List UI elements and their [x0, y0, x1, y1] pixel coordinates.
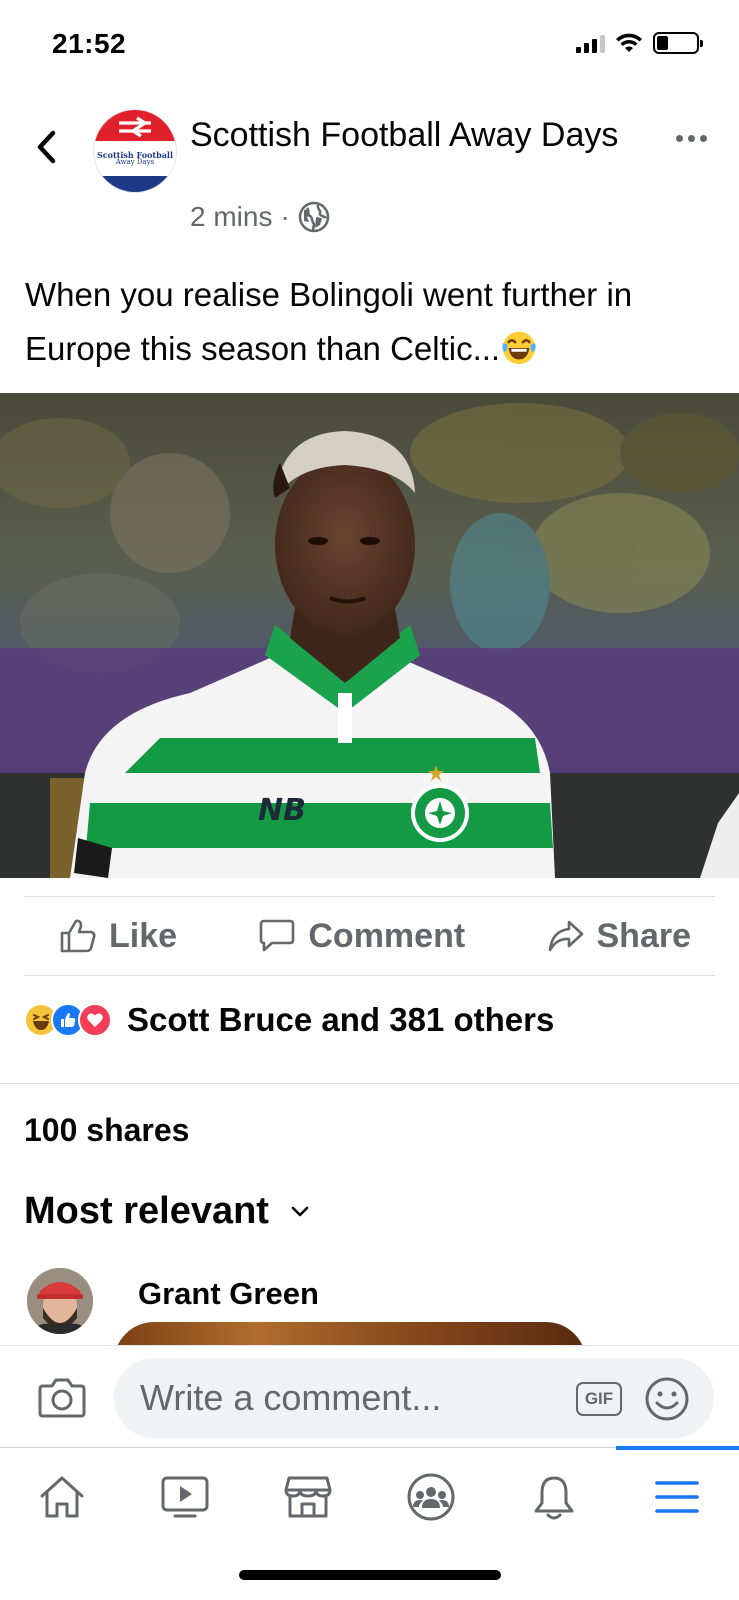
- status-icons: [576, 32, 703, 54]
- post-header: Scottish Football Away Days Scottish Foo…: [0, 105, 739, 245]
- comment-button[interactable]: Comment: [258, 917, 465, 956]
- home-indicator[interactable]: [238, 1570, 501, 1580]
- meta-separator: ·: [280, 201, 290, 232]
- bottom-nav: [0, 1446, 739, 1545]
- post-text-content: When you realise Bolingoli went further …: [25, 276, 633, 367]
- watch-icon: [161, 1476, 209, 1517]
- like-button[interactable]: Like: [59, 917, 177, 956]
- bell-icon: [534, 1476, 574, 1519]
- nav-tab-marketplace[interactable]: [246, 1448, 369, 1545]
- status-bar: 21:52: [0, 0, 739, 95]
- comment-label: Comment: [308, 916, 466, 955]
- post-photo: NB: [0, 393, 739, 878]
- nav-tab-menu[interactable]: [615, 1446, 739, 1545]
- commenter-avatar[interactable]: [27, 1268, 93, 1334]
- nav-tab-watch[interactable]: [123, 1448, 246, 1545]
- nav-tab-home[interactable]: [0, 1448, 123, 1545]
- battery-icon: [653, 32, 703, 54]
- svg-text:NB: NB: [258, 793, 306, 828]
- smiley-icon: [645, 1377, 689, 1421]
- page-avatar[interactable]: Scottish Football Away Days: [94, 110, 176, 192]
- wifi-icon: [616, 33, 642, 52]
- share-arrow-icon: [548, 920, 583, 952]
- post-meta: 2 mins ·: [190, 201, 330, 233]
- nav-tab-notifications[interactable]: [493, 1448, 616, 1545]
- groups-icon: [407, 1473, 455, 1520]
- comment-bubble-icon: [260, 919, 295, 952]
- more-options-button[interactable]: [676, 135, 707, 142]
- comment-composer: GIF: [0, 1345, 739, 1447]
- gif-button[interactable]: GIF: [576, 1382, 622, 1416]
- share-label: Share: [596, 916, 692, 955]
- shares-count[interactable]: 100 shares: [24, 1112, 189, 1149]
- cellular-signal-icon: [576, 33, 605, 53]
- thumbs-up-icon: [60, 919, 96, 953]
- page-logo-text: Scottish Football Away Days: [97, 149, 173, 166]
- chevron-down-icon: [291, 1206, 309, 1216]
- like-label: Like: [109, 916, 178, 955]
- commenter-name[interactable]: Grant Green: [138, 1276, 319, 1312]
- menu-icon: [655, 1480, 700, 1513]
- camera-icon: [38, 1378, 86, 1418]
- camera-button[interactable]: [38, 1376, 86, 1423]
- comment-sort-dropdown[interactable]: Most relevant: [24, 1190, 309, 1233]
- globe-icon: [298, 201, 330, 233]
- divider: [0, 1083, 739, 1084]
- status-time: 21:52: [52, 28, 127, 59]
- nav-tab-groups[interactable]: [370, 1448, 493, 1545]
- comment-sort-label: Most relevant: [24, 1190, 269, 1232]
- emoji-button[interactable]: [644, 1376, 690, 1427]
- tears-of-joy-emoji-icon: [502, 331, 536, 365]
- love-icon: [78, 1003, 112, 1037]
- national-rail-icon: [119, 116, 151, 138]
- post-action-bar: Like Comment Share: [24, 896, 715, 976]
- marketplace-icon: [284, 1476, 332, 1517]
- share-button[interactable]: Share: [547, 916, 692, 956]
- page-name[interactable]: Scottish Football Away Days: [190, 113, 630, 157]
- comment-input[interactable]: [114, 1358, 714, 1438]
- reactions-summary[interactable]: Scott Bruce and 381 others: [24, 998, 554, 1042]
- post-text: When you realise Bolingoli went further …: [25, 268, 715, 376]
- reactions-summary-text: Scott Bruce and 381 others: [127, 1001, 555, 1038]
- post-image[interactable]: NB: [0, 393, 739, 878]
- reaction-icons: [24, 1003, 112, 1037]
- home-icon: [40, 1476, 84, 1517]
- chevron-left-icon: [37, 130, 56, 164]
- back-button[interactable]: [28, 125, 64, 169]
- post-timestamp[interactable]: 2 mins: [190, 201, 272, 233]
